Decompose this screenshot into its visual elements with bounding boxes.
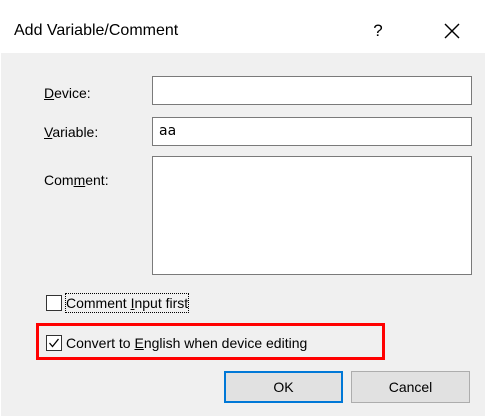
highlight-box <box>36 323 385 360</box>
variable-label: Variable: <box>44 124 99 140</box>
dialog-client-area: Device: Variable: aa Comment: Comment In… <box>1 53 485 416</box>
close-icon <box>444 23 460 39</box>
device-label: Device: <box>44 85 91 101</box>
comment-input-first-checkbox[interactable] <box>46 295 62 311</box>
comment-input-first-checkbox-row[interactable]: Comment Input first <box>46 293 246 315</box>
variable-input[interactable]: aa <box>152 117 472 146</box>
help-button[interactable]: ? <box>364 17 392 45</box>
comment-label: Comment: <box>44 172 109 188</box>
title-bar[interactable]: Add Variable/Comment ? <box>0 0 486 53</box>
comment-textarea[interactable] <box>152 156 472 275</box>
close-button[interactable] <box>434 15 470 47</box>
cancel-button[interactable]: Cancel <box>351 371 470 403</box>
ok-button[interactable]: OK <box>224 371 343 403</box>
device-input[interactable] <box>152 76 472 105</box>
comment-input-first-label: Comment Input first <box>64 293 190 313</box>
dialog-title: Add Variable/Comment <box>14 22 179 39</box>
add-variable-comment-dialog: Add Variable/Comment ? Device: Variable:… <box>0 0 486 417</box>
